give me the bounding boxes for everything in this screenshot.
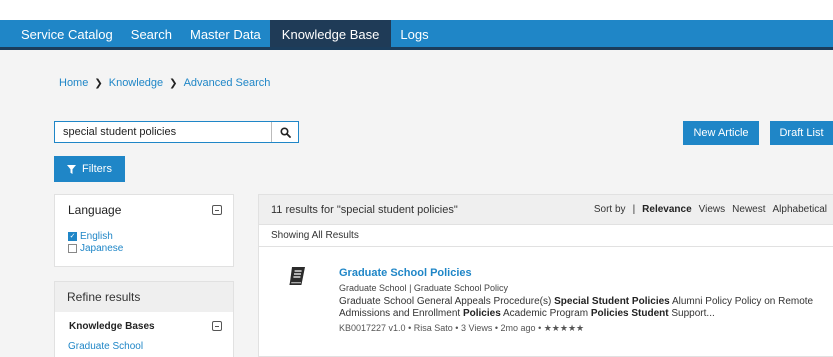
article-kb: Graduate School bbox=[339, 283, 407, 293]
sort-label: Sort by bbox=[593, 204, 626, 215]
english-checkbox[interactable]: ✓ bbox=[68, 231, 77, 241]
book-icon bbox=[289, 267, 305, 285]
collapse-icon[interactable] bbox=[212, 205, 222, 215]
search-button[interactable] bbox=[271, 122, 298, 142]
meta-separator: • bbox=[494, 323, 498, 333]
sort-bar: Sort by | Relevance Views Newest Alphabe… bbox=[594, 204, 833, 215]
article-result: Graduate School Policies Graduate School… bbox=[259, 247, 833, 357]
article-age: 2mo ago bbox=[500, 323, 536, 333]
search-box bbox=[54, 121, 299, 143]
sort-newest[interactable]: Newest bbox=[732, 204, 765, 215]
search-input[interactable] bbox=[55, 122, 271, 142]
snippet-highlight: Policies bbox=[462, 308, 501, 319]
meta-separator: • bbox=[455, 323, 459, 333]
language-option-japanese[interactable]: Japanese bbox=[55, 242, 233, 254]
language-option-label: English bbox=[80, 230, 113, 242]
nav-master-data[interactable]: Master Data bbox=[181, 20, 270, 47]
nav-logs[interactable]: Logs bbox=[391, 20, 437, 47]
meta-separator: • bbox=[408, 323, 412, 333]
showing-results-label: Showing All Results bbox=[259, 225, 833, 247]
language-options: ✓ English Japanese bbox=[55, 225, 233, 254]
article-path: Graduate School | Graduate School Policy bbox=[339, 283, 508, 293]
language-option-label: Japanese bbox=[80, 242, 124, 254]
snippet-text: Academic Program bbox=[500, 308, 591, 319]
article-path-separator: | bbox=[409, 283, 412, 293]
results-panel: 11 results for "special student policies… bbox=[258, 194, 833, 357]
sort-relevance[interactable]: Relevance bbox=[642, 204, 691, 215]
breadcrumb-knowledge[interactable]: Knowledge bbox=[109, 77, 163, 89]
new-article-button[interactable]: New Article bbox=[683, 121, 759, 145]
nav-search[interactable]: Search bbox=[122, 20, 181, 47]
chevron-right-icon: ❯ bbox=[169, 77, 178, 89]
filters-button[interactable]: Filters bbox=[54, 156, 125, 182]
article-views: 3 Views bbox=[460, 323, 493, 333]
article-title-link[interactable]: Graduate School Policies bbox=[339, 267, 472, 279]
sort-views[interactable]: Views bbox=[699, 204, 726, 215]
window-top-strip bbox=[0, 0, 833, 20]
article-category: Graduate School Policy bbox=[413, 283, 508, 293]
breadcrumb: Home ❯ Knowledge ❯ Advanced Search bbox=[59, 77, 270, 89]
language-option-english[interactable]: ✓ English bbox=[55, 230, 233, 242]
filter-icon bbox=[67, 164, 77, 174]
refine-results-panel: Refine results Knowledge Bases Graduate … bbox=[54, 281, 234, 357]
results-summary: 11 results for "special student policies… bbox=[271, 203, 458, 216]
knowledge-bases-header: Knowledge Bases bbox=[55, 312, 233, 340]
sort-alphabetical[interactable]: Alphabetical bbox=[773, 204, 827, 215]
japanese-checkbox[interactable] bbox=[68, 243, 77, 253]
kb-item-graduate-school[interactable]: Graduate School bbox=[55, 340, 233, 357]
language-panel-header: Language bbox=[55, 195, 233, 225]
breadcrumb-advanced-search[interactable]: Advanced Search bbox=[184, 77, 271, 89]
draft-list-button[interactable]: Draft List bbox=[770, 121, 833, 145]
nav-service-catalog[interactable]: Service Catalog bbox=[12, 20, 122, 47]
search-icon bbox=[279, 126, 291, 138]
filters-label: Filters bbox=[82, 163, 112, 175]
results-header: 11 results for "special student policies… bbox=[259, 195, 833, 225]
breadcrumb-home[interactable]: Home bbox=[59, 77, 88, 89]
snippet-highlight: Policies Student bbox=[590, 308, 669, 319]
language-panel: Language ✓ English Japanese bbox=[54, 194, 234, 267]
article-meta: KB0017227 v1.0 • Risa Sato • 3 Views • 2… bbox=[339, 323, 584, 334]
article-author: Risa Sato bbox=[413, 323, 453, 333]
collapse-icon[interactable] bbox=[212, 321, 222, 331]
article-number: KB0017227 v1.0 bbox=[339, 323, 406, 333]
snippet-text: Graduate School General Appeals Procedur… bbox=[339, 296, 555, 307]
sort-separator: | bbox=[632, 204, 636, 215]
nav-knowledge-base[interactable]: Knowledge Base bbox=[269, 20, 392, 47]
article-snippet: Graduate School General Appeals Procedur… bbox=[339, 296, 819, 320]
language-panel-title: Language bbox=[68, 203, 122, 217]
refine-results-title: Refine results bbox=[67, 290, 141, 304]
star-rating-icon: ★★★★★ bbox=[543, 323, 585, 333]
main-navbar: Service Catalog Search Master Data Knowl… bbox=[0, 20, 833, 50]
snippet-highlight: Special Student Policies bbox=[554, 296, 670, 307]
knowledge-bases-title: Knowledge Bases bbox=[69, 320, 155, 332]
meta-separator: • bbox=[538, 323, 542, 333]
snippet-text: Support... bbox=[668, 308, 715, 319]
chevron-right-icon: ❯ bbox=[94, 77, 103, 89]
